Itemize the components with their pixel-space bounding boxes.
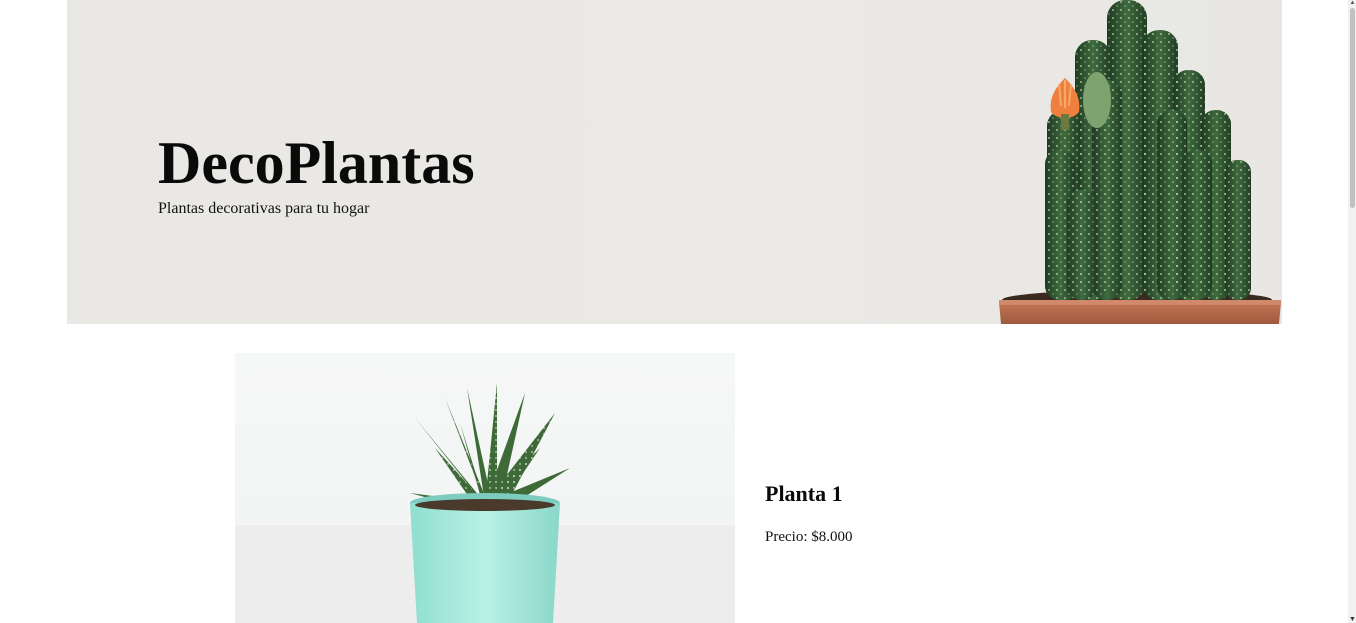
site-title: DecoPlantas [158,130,475,196]
scroll-down-arrow-icon[interactable]: ▼ [1349,616,1356,623]
vertical-scrollbar[interactable]: ▲ ▼ [1348,0,1356,623]
page: DecoPlantas Plantas decorativas para tu … [0,0,1356,623]
scrollbar-thumb[interactable] [1350,8,1355,208]
product-name[interactable]: Planta 1 [765,481,843,507]
site-tagline: Plantas decorativas para tu hogar [158,200,370,217]
succulent-pot-image [235,353,735,623]
cactus-pot-image [999,0,1281,324]
scroll-up-arrow-icon[interactable]: ▲ [1349,0,1356,6]
product-card[interactable]: Planta 1 Precio: $8.000 [235,353,1135,623]
product-price: Precio: $8.000 [765,529,853,545]
hero-banner: DecoPlantas Plantas decorativas para tu … [67,0,1282,324]
